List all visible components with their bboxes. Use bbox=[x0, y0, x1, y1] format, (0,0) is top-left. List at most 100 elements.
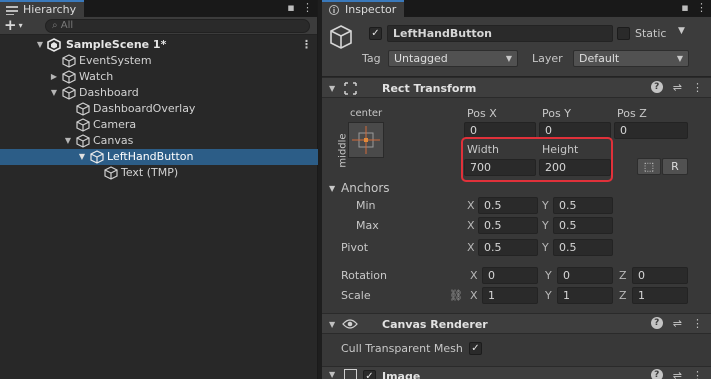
tree-item[interactable]: EventSystem bbox=[0, 53, 318, 69]
tree-item-selected[interactable]: ▼ LeftHandButton bbox=[0, 149, 318, 165]
tree-item[interactable]: ▶ Watch bbox=[0, 69, 318, 85]
image-enabled-checkbox[interactable]: ✓ bbox=[363, 370, 376, 379]
rotation-x-input[interactable]: 0 bbox=[482, 267, 538, 284]
rect-transform-title: Rect Transform bbox=[382, 82, 477, 95]
raw-edit-label: R bbox=[671, 160, 679, 173]
component-header-icons: ? ⇌ ⋮ bbox=[650, 81, 703, 94]
chevron-down-icon: ▾ bbox=[18, 21, 23, 30]
canvas-renderer-header[interactable]: ▼ Canvas Renderer ? ⇌ ⋮ bbox=[322, 313, 711, 334]
highlight-box bbox=[461, 137, 613, 182]
tree-item[interactable]: Camera bbox=[0, 117, 318, 133]
chevron-down-icon[interactable]: ▼ bbox=[49, 85, 59, 101]
axis-y-label: Y bbox=[545, 269, 552, 282]
chevron-down-icon[interactable]: ▼ bbox=[678, 26, 685, 36]
pivot-y-input[interactable]: 0.5 bbox=[553, 239, 613, 256]
anchor-max-y-input[interactable]: 0.5 bbox=[553, 217, 613, 234]
gameobject-icon bbox=[76, 118, 90, 132]
scene-row[interactable]: ▼ SampleScene 1* ⋮ bbox=[0, 37, 318, 53]
anchor-horizontal-label: center bbox=[350, 108, 383, 119]
constrain-proportions-icon[interactable]: ⛓ bbox=[449, 289, 463, 302]
tab-menu-icon[interactable]: ⋮ bbox=[302, 1, 313, 15]
scale-x-input[interactable]: 1 bbox=[482, 287, 538, 304]
preset-icon[interactable]: ⇌ bbox=[673, 317, 682, 330]
rotation-z-input[interactable]: 0 bbox=[632, 267, 688, 284]
rotation-y-input[interactable]: 0 bbox=[557, 267, 613, 284]
static-checkbox[interactable] bbox=[617, 27, 630, 40]
tree-label: SampleScene 1* bbox=[66, 38, 167, 51]
cull-transparent-mesh-checkbox[interactable]: ✓ bbox=[469, 342, 482, 355]
raw-edit-button[interactable]: R bbox=[662, 158, 688, 175]
tree-item[interactable]: DashboardOverlay bbox=[0, 101, 318, 117]
scale-z-input[interactable]: 1 bbox=[632, 287, 688, 304]
layer-value: Default bbox=[579, 52, 620, 65]
help-icon[interactable]: ? bbox=[650, 369, 663, 379]
tree-item[interactable]: ▼ Dashboard bbox=[0, 85, 318, 101]
inspector-tab-label: Inspector bbox=[345, 3, 397, 16]
layer-dropdown[interactable]: Default ▼ bbox=[573, 50, 689, 67]
chevron-down-icon[interactable]: ▼ bbox=[329, 370, 335, 379]
chevron-down-icon[interactable]: ▼ bbox=[63, 133, 73, 149]
help-icon[interactable]: ? bbox=[650, 317, 663, 329]
component-menu-icon[interactable]: ⋮ bbox=[692, 81, 703, 94]
active-checkbox[interactable]: ✓ bbox=[369, 27, 382, 40]
tree-label: DashboardOverlay bbox=[93, 102, 196, 115]
preset-icon[interactable]: ⇌ bbox=[673, 81, 682, 94]
gameobject-icon bbox=[104, 166, 118, 180]
tag-label: Tag bbox=[362, 52, 381, 65]
anchor-presets-button[interactable] bbox=[348, 122, 384, 158]
hierarchy-tab[interactable]: Hierarchy bbox=[0, 0, 85, 17]
hierarchy-search-input[interactable]: ⌕ All bbox=[45, 19, 310, 33]
pos-z-input[interactable]: 0 bbox=[614, 122, 688, 139]
component-menu-icon[interactable]: ⋮ bbox=[692, 369, 703, 379]
anchor-preset-icon bbox=[352, 126, 380, 154]
chevron-down-icon[interactable]: ▼ bbox=[77, 149, 87, 165]
axis-y-label: Y bbox=[542, 219, 549, 232]
tree-label: Dashboard bbox=[79, 86, 139, 99]
gameobject-icon bbox=[90, 150, 104, 164]
pos-y-label: Pos Y bbox=[542, 107, 571, 120]
chevron-down-icon[interactable]: ▼ bbox=[329, 320, 335, 329]
anchor-vertical-label: middle bbox=[337, 133, 349, 168]
anchor-min-x-input[interactable]: 0.5 bbox=[478, 197, 538, 214]
rect-transform-header[interactable]: ▼ Rect Transform ? ⇌ ⋮ bbox=[322, 77, 711, 98]
eye-icon bbox=[342, 319, 358, 329]
add-object-button[interactable]: + ▾ bbox=[4, 18, 23, 33]
scene-menu-icon[interactable]: ⋮ bbox=[301, 37, 312, 53]
chevron-right-icon[interactable]: ▶ bbox=[49, 69, 59, 85]
hierarchy-tabbar: Hierarchy ▪ ⋮ bbox=[0, 0, 317, 17]
tree-item[interactable]: ▼ Canvas bbox=[0, 133, 318, 149]
pivot-x-input[interactable]: 0.5 bbox=[478, 239, 538, 256]
tree-label: EventSystem bbox=[79, 54, 152, 67]
blueprint-mode-button[interactable]: ⬚ bbox=[637, 158, 661, 175]
pos-z-label: Pos Z bbox=[617, 107, 647, 120]
hierarchy-panel: Hierarchy ▪ ⋮ + ▾ ⌕ All ▼ SampleScene 1* … bbox=[0, 0, 318, 379]
anchor-max-label: Max bbox=[356, 219, 379, 232]
object-name-input[interactable]: LeftHandButton bbox=[387, 25, 613, 42]
lock-icon[interactable]: ▪ bbox=[680, 1, 690, 15]
component-header-icons: ? ⇌ ⋮ bbox=[650, 317, 703, 330]
axis-x-label: X bbox=[470, 289, 478, 302]
tree-label: Text (TMP) bbox=[121, 166, 179, 179]
lock-icon[interactable]: ▪ bbox=[286, 1, 296, 15]
chevron-down-icon[interactable]: ▼ bbox=[329, 84, 335, 93]
anchor-min-y-input[interactable]: 0.5 bbox=[553, 197, 613, 214]
axis-x-label: X bbox=[470, 269, 478, 282]
scale-y-input[interactable]: 1 bbox=[557, 287, 613, 304]
chevron-down-icon[interactable]: ▼ bbox=[329, 184, 335, 193]
help-icon[interactable]: ? bbox=[650, 81, 663, 93]
chevron-down-icon[interactable]: ▼ bbox=[35, 37, 45, 53]
tree-item[interactable]: Text (TMP) bbox=[0, 165, 318, 181]
anchors-label: Anchors bbox=[341, 181, 390, 195]
anchor-max-x-input[interactable]: 0.5 bbox=[478, 217, 538, 234]
image-header[interactable]: ▼ ✓ Image ? ⇌ ⋮ bbox=[322, 366, 711, 379]
component-menu-icon[interactable]: ⋮ bbox=[692, 317, 703, 330]
pivot-label: Pivot bbox=[341, 241, 369, 254]
inspector-tabbar: Inspector ▪ ⋮ bbox=[322, 0, 711, 17]
gameobject-icon bbox=[62, 86, 76, 100]
tag-dropdown[interactable]: Untagged ▼ bbox=[388, 50, 518, 67]
preset-icon[interactable]: ⇌ bbox=[673, 369, 682, 379]
static-label: Static bbox=[635, 27, 667, 40]
tab-menu-icon[interactable]: ⋮ bbox=[696, 1, 707, 15]
inspector-tab[interactable]: Inspector bbox=[322, 0, 405, 17]
gameobject-icon bbox=[62, 54, 76, 68]
